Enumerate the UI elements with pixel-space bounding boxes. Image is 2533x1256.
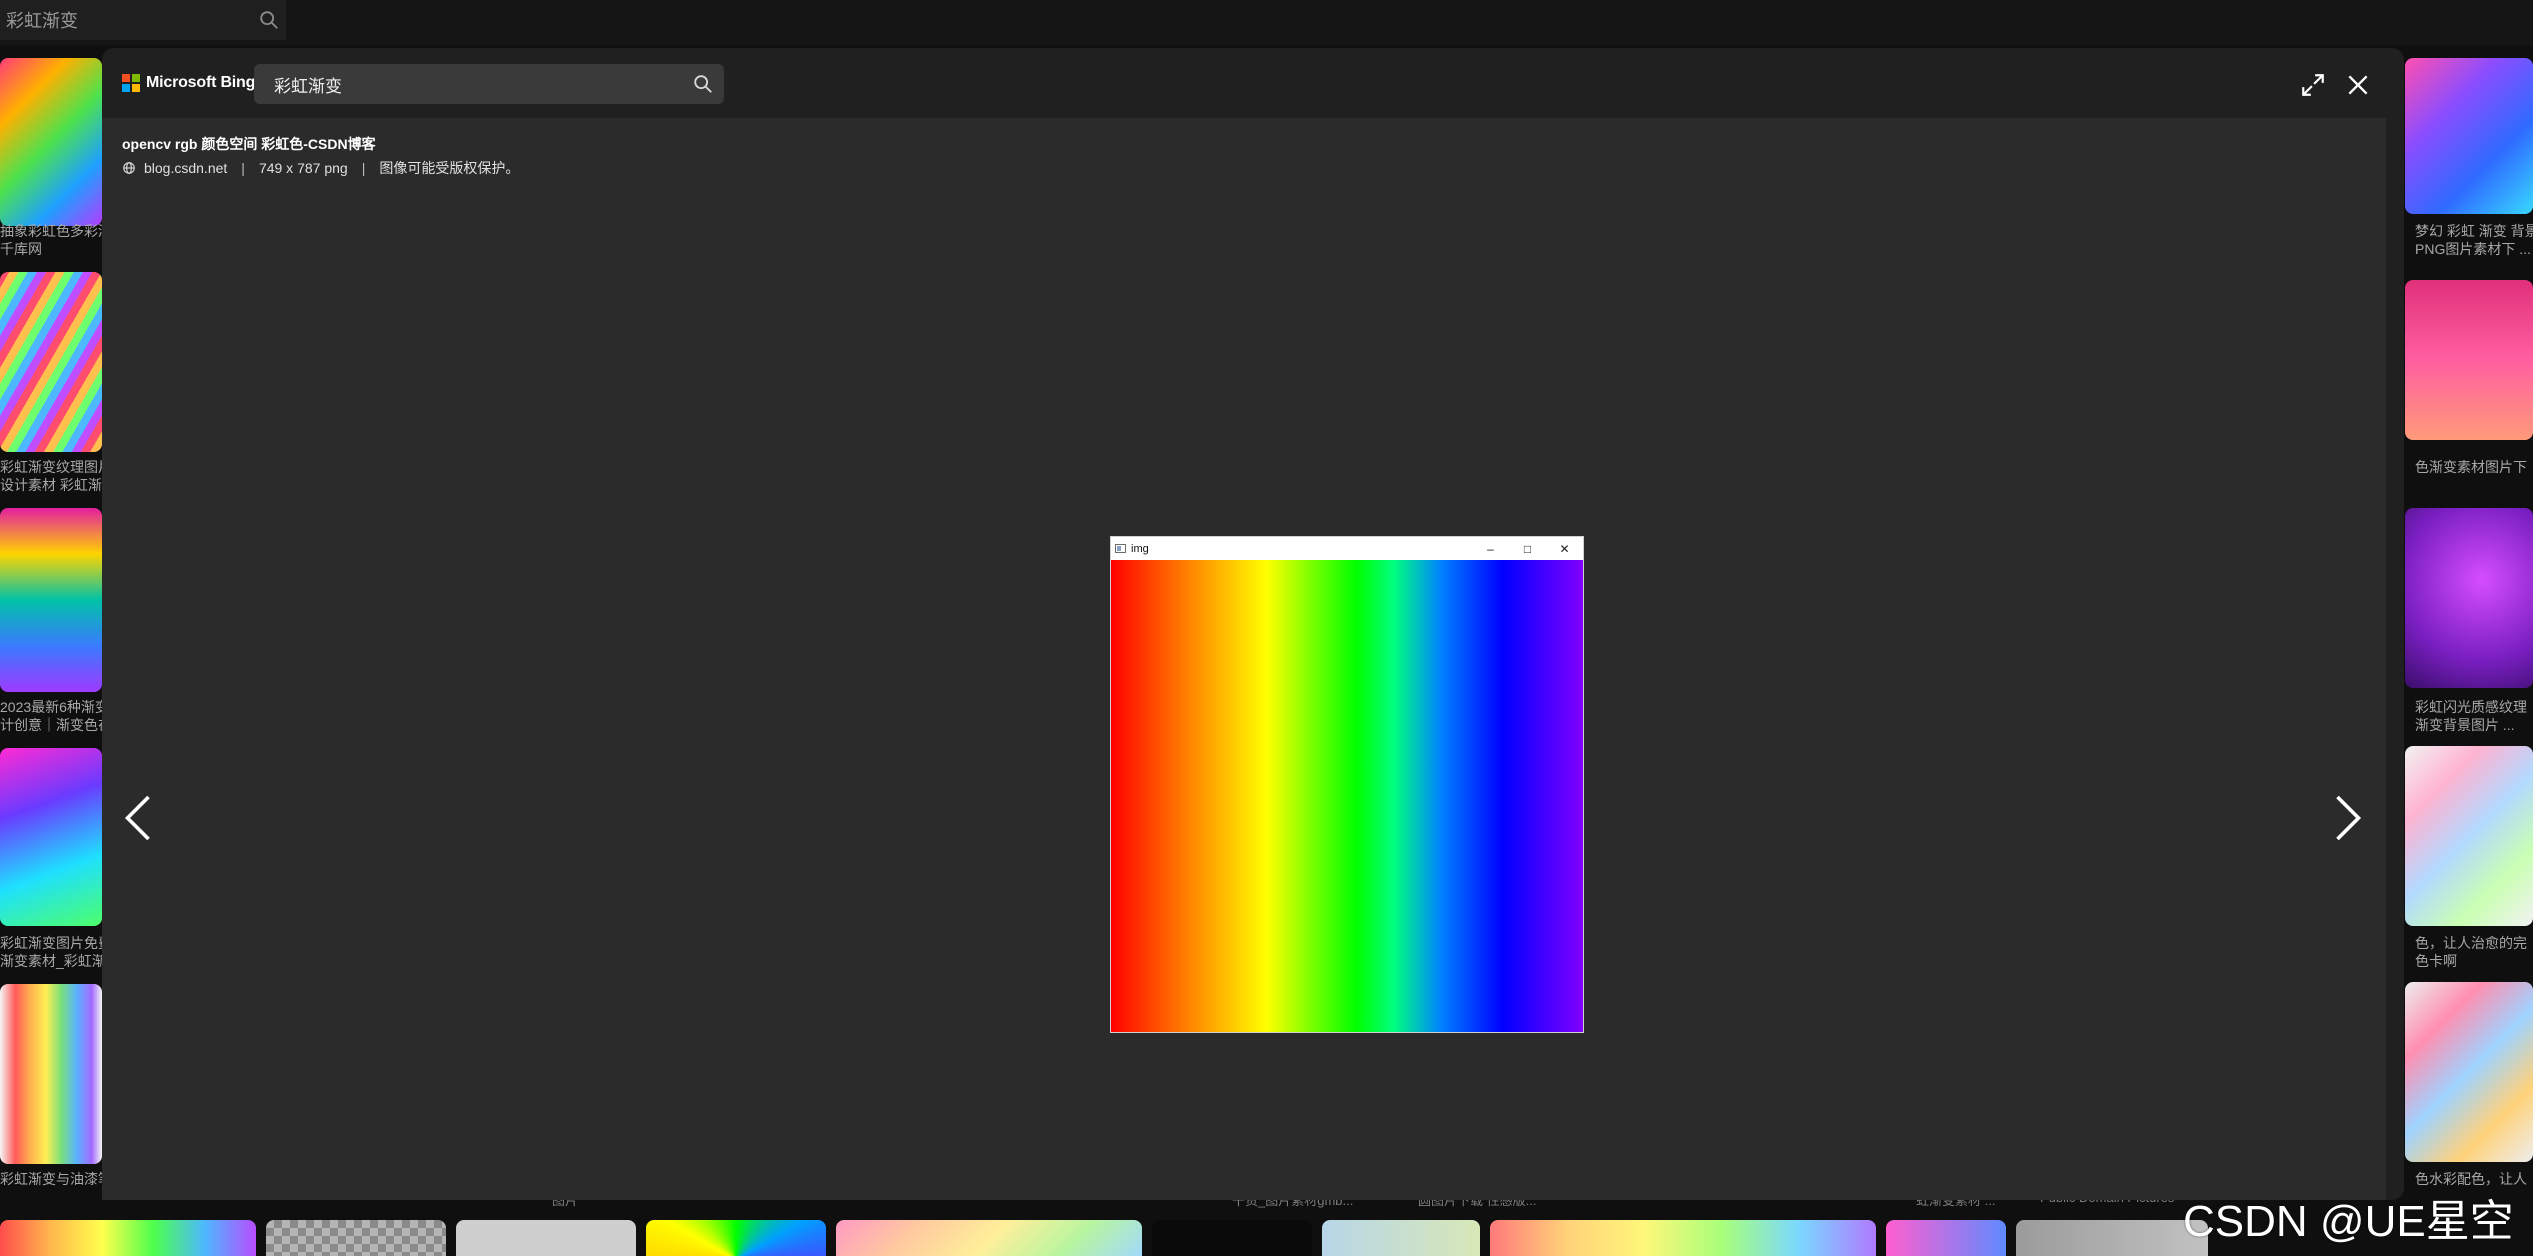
result-caption[interactable]: 彩虹渐变图片免费下 [0,934,102,953]
result-caption[interactable]: 2023最新6种渐变色 [0,698,102,717]
background-left-results: 抽象彩虹色多彩渐变 千库网 彩虹渐变纹理图片素 设计素材 彩虹渐变 2023最新… [0,46,102,1256]
expand-icon [2302,74,2324,96]
close-icon [2348,75,2368,95]
window-close-icon: ✕ [1559,541,1570,556]
expand-button[interactable] [2296,68,2330,102]
result-thumbnail[interactable] [2405,508,2533,688]
result-thumbnail[interactable] [836,1220,1142,1256]
result-thumbnail[interactable] [1322,1220,1480,1256]
image-title[interactable]: opencv rgb 颜色空间 彩虹色-CSDN博客 [122,134,376,154]
window-title: img [1131,542,1149,555]
result-thumbnail[interactable] [0,272,102,452]
result-caption[interactable]: 抽象彩虹色多彩渐变 [0,222,102,241]
previous-image-button[interactable] [118,788,158,848]
background-search-query: 彩虹渐变 [6,11,78,31]
minimize-icon: – [1487,541,1494,556]
result-thumbnail[interactable] [2405,982,2533,1162]
result-caption[interactable]: 渐变背景图片 ... [2415,716,2533,735]
source-link[interactable]: blog.csdn.net [144,160,227,176]
modal-header: Microsoft Bing 彩虹渐变 [102,48,2404,118]
result-thumbnail[interactable] [0,984,102,1164]
window-app-icon [1115,544,1126,553]
result-caption[interactable]: 色渐变素材图片下 [2415,458,2533,477]
result-caption[interactable]: 计创意｜渐变色在新 [0,716,102,735]
result-caption[interactable]: 彩虹渐变纹理图片素 [0,458,102,477]
result-thumbnail[interactable] [1152,1220,1312,1256]
result-caption[interactable]: 梦幻 彩虹 渐变 背景 [2415,222,2533,241]
opencv-window-titlebar: img – □ ✕ [1111,537,1583,560]
result-caption[interactable]: 渐变素材_彩虹渐变 [0,952,102,971]
image-detail-modal: Microsoft Bing 彩虹渐变 opencv rgb 颜色空间 彩虹色-… [102,48,2404,1200]
result-thumbnail[interactable] [0,58,102,226]
close-button[interactable] [2341,68,2375,102]
chevron-right-icon [2336,795,2362,841]
result-thumbnail[interactable] [2405,746,2533,926]
result-caption[interactable]: 彩虹渐变与油漆笔触 [0,1170,102,1189]
background-right-results: 梦幻 彩虹 渐变 背景 PNG图片素材下 ... 色渐变素材图片下 彩虹闪光质感… [2405,46,2533,1256]
result-thumbnail[interactable] [0,1220,256,1256]
result-thumbnail[interactable] [646,1220,826,1256]
result-thumbnail[interactable] [1886,1220,2006,1256]
result-thumbnail[interactable] [266,1220,446,1256]
modal-search-query[interactable]: 彩虹渐变 [274,72,692,97]
image-panel: opencv rgb 颜色空间 彩虹色-CSDN博客 blog.csdn.net… [102,118,2386,1200]
next-image-button[interactable] [2328,788,2368,848]
result-thumbnail[interactable] [2016,1220,2208,1256]
result-caption[interactable]: 设计素材 彩虹渐变 [0,476,102,495]
copyright-note: 图像可能受版权保护。 [379,160,520,176]
divider: | [241,160,245,176]
result-thumbnail[interactable] [1490,1220,1876,1256]
search-icon[interactable] [258,9,280,31]
background-bottom-row [0,1220,2533,1256]
search-icon[interactable] [692,73,714,95]
result-thumbnail[interactable] [0,748,102,926]
image-dimensions: 749 x 787 png [258,160,348,176]
result-caption[interactable]: 色卡啊 [2415,952,2533,971]
result-caption[interactable]: 色，让人治愈的完 [2415,934,2533,953]
divider: | [361,160,366,176]
result-thumbnail[interactable] [2405,280,2533,440]
result-thumbnail[interactable] [0,508,102,692]
modal-search-box[interactable]: 彩虹渐变 [254,64,724,104]
chevron-left-icon [124,795,150,841]
result-caption[interactable]: 彩虹闪光质感纹理 [2415,698,2533,717]
csdn-watermark: CSDN @UE星空 [2183,1197,2514,1246]
preview-image[interactable]: img – □ ✕ [1110,536,1584,1033]
result-caption[interactable]: 千库网 [0,240,102,259]
image-meta: blog.csdn.net | 749 x 787 png | 图像可能受版权保… [122,158,519,178]
rainbow-gradient [1111,560,1583,1032]
background-search-box[interactable]: 彩虹渐变 [0,0,286,40]
brand-name: Microsoft Bing [146,74,256,91]
result-thumbnail[interactable] [456,1220,636,1256]
result-thumbnail[interactable] [2405,58,2533,214]
result-caption[interactable]: PNG图片素材下 ... [2415,240,2533,259]
microsoft-logo-icon [122,74,140,92]
globe-icon [123,162,135,174]
background-topbar [0,0,2533,46]
bing-brand[interactable]: Microsoft Bing [122,74,255,92]
maximize-icon: □ [1523,541,1532,556]
